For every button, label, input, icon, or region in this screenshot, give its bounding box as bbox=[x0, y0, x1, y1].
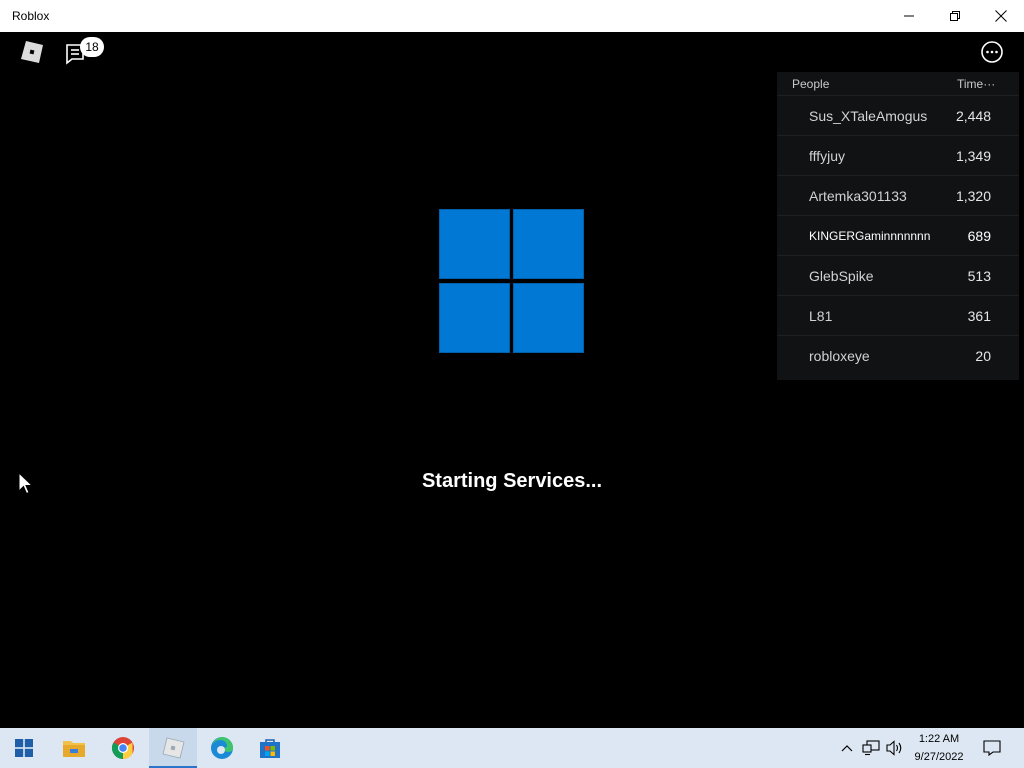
player-name: Artemka301133 bbox=[809, 188, 907, 204]
leaderboard-row[interactable]: Artemka301133 1,320 bbox=[777, 175, 1019, 216]
leaderboard-row[interactable]: GlebSpike 513 bbox=[777, 255, 1019, 296]
taskbar-edge[interactable] bbox=[198, 728, 246, 768]
player-time: 689 bbox=[967, 228, 991, 244]
show-hidden-icons-button[interactable] bbox=[838, 728, 856, 768]
notifications-button[interactable] bbox=[978, 728, 1006, 768]
close-button[interactable] bbox=[978, 0, 1024, 32]
network-button[interactable] bbox=[860, 728, 882, 768]
network-icon bbox=[862, 740, 880, 756]
restore-icon bbox=[950, 11, 960, 21]
leaderboard-row[interactable]: robloxeye 20 bbox=[777, 335, 1019, 376]
restore-button[interactable] bbox=[932, 0, 978, 32]
more-options-icon bbox=[981, 41, 1003, 63]
window-title: Roblox bbox=[12, 9, 50, 23]
roblox-logo-icon bbox=[21, 41, 43, 63]
player-name: GlebSpike bbox=[809, 268, 874, 284]
logo-tile bbox=[513, 209, 584, 279]
mouse-cursor-icon bbox=[18, 472, 34, 495]
taskbar-file-explorer[interactable] bbox=[50, 728, 98, 768]
player-leaderboard: People Time··· Sus_XTaleAmogus 2,448 fff… bbox=[777, 72, 1019, 380]
leaderboard-row-local-player[interactable]: KINGERGaminnnnnnn 689 bbox=[777, 215, 1019, 256]
taskbar: 1:22 AM 9/27/2022 bbox=[0, 728, 1024, 768]
taskbar-clock[interactable]: 1:22 AM 9/27/2022 bbox=[904, 730, 974, 766]
close-icon bbox=[995, 10, 1007, 22]
player-time: 361 bbox=[967, 308, 991, 324]
volume-icon bbox=[886, 740, 902, 756]
volume-button[interactable] bbox=[884, 728, 906, 768]
roblox-icon bbox=[162, 737, 185, 759]
taskbar-microsoft-store[interactable] bbox=[246, 728, 294, 768]
roblox-menu-button[interactable] bbox=[20, 40, 44, 64]
notifications-icon bbox=[983, 740, 1001, 756]
windows-logo-icon bbox=[439, 209, 584, 353]
microsoft-store-icon bbox=[260, 739, 280, 758]
leaderboard-row[interactable]: fffyjuy 1,349 bbox=[777, 135, 1019, 176]
player-name: robloxeye bbox=[809, 348, 870, 364]
leaderboard-header: People Time··· bbox=[777, 72, 1019, 96]
logo-tile bbox=[439, 209, 510, 279]
people-column-header: People bbox=[792, 77, 830, 91]
show-hidden-icons-icon bbox=[841, 745, 853, 752]
minimize-button[interactable] bbox=[886, 0, 932, 32]
player-time: 2,448 bbox=[955, 108, 991, 124]
title-bar: Roblox bbox=[0, 0, 1024, 32]
player-name: L81 bbox=[809, 308, 833, 324]
player-time: 513 bbox=[967, 268, 991, 284]
minimize-icon bbox=[904, 15, 914, 17]
start-button[interactable] bbox=[0, 728, 48, 768]
logo-tile bbox=[513, 283, 584, 353]
player-name: Sus_XTaleAmogus bbox=[809, 108, 928, 124]
time-column-header[interactable]: Time··· bbox=[957, 77, 995, 91]
more-options-button[interactable] bbox=[980, 40, 1004, 64]
clock-time: 1:22 AM bbox=[918, 733, 960, 745]
start-icon bbox=[15, 739, 33, 757]
loading-status-text: Starting Services... bbox=[421, 470, 603, 492]
player-time: 1,349 bbox=[955, 148, 991, 164]
clock-date: 9/27/2022 bbox=[914, 751, 964, 763]
edge-icon bbox=[211, 737, 233, 759]
taskbar-roblox[interactable] bbox=[149, 728, 197, 768]
leaderboard-row[interactable]: Sus_XTaleAmogus 2,448 bbox=[777, 95, 1019, 136]
taskbar-chrome[interactable] bbox=[99, 728, 147, 768]
file-explorer-icon bbox=[63, 741, 85, 757]
player-time: 20 bbox=[975, 348, 991, 364]
player-name: KINGERGaminnnnnnn bbox=[809, 229, 931, 243]
logo-tile bbox=[439, 283, 510, 353]
chrome-icon bbox=[112, 737, 134, 759]
leaderboard-row[interactable]: L81 361 bbox=[777, 295, 1019, 336]
player-time: 1,320 bbox=[955, 188, 991, 204]
player-name: fffyjuy bbox=[809, 148, 846, 164]
chat-unread-badge: 18 bbox=[80, 37, 104, 57]
